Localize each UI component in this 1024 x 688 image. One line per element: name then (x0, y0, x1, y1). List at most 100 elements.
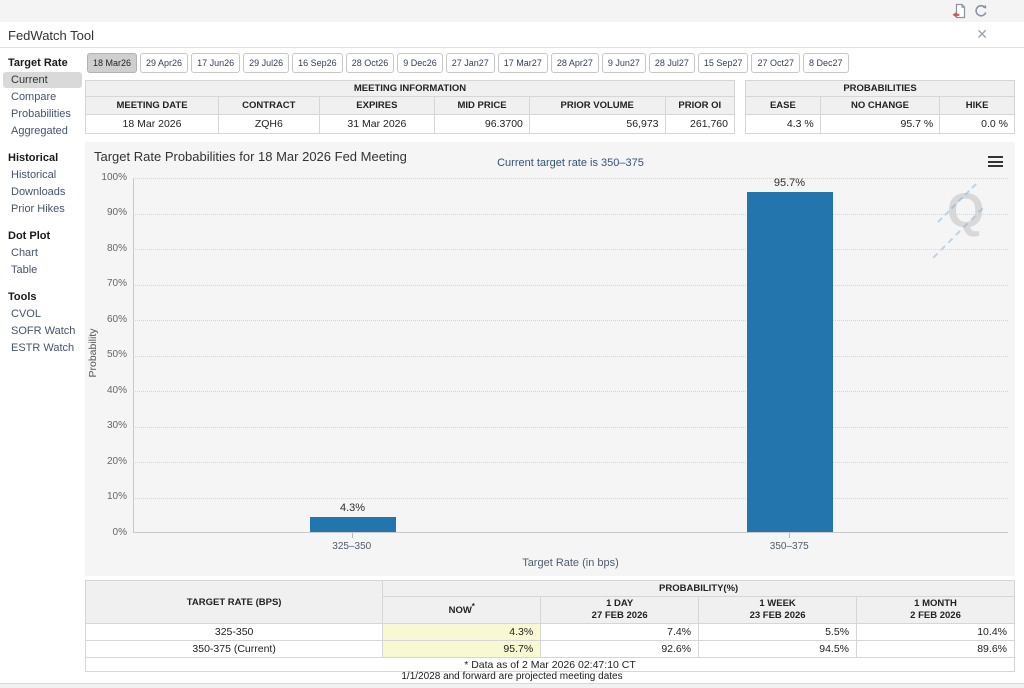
sidebar-item-downloads[interactable]: Downloads (3, 184, 82, 200)
bar-value-label: 4.3% (340, 502, 365, 514)
day-value: 92.6% (541, 641, 699, 658)
data-as-of-footnote: * Data as of 2 Mar 2026 02:47:10 CT (86, 658, 1015, 672)
meeting-tab-29-jul26[interactable]: 29 Jul26 (243, 53, 289, 73)
y-axis-title: Probability (87, 283, 99, 423)
col-1-month: 1 MONTH2 FEB 2026 (857, 597, 1015, 624)
hike-value: 0.0 % (940, 115, 1015, 134)
sidebar: Target Rate Current Compare Probabilitie… (0, 57, 85, 357)
fedwatch-page: FedWatch Tool ✕ Target Rate Current Comp… (0, 0, 1024, 688)
bottom-strip (0, 683, 1024, 688)
x-axis-title: Target Rate (in bps) (133, 557, 1008, 569)
chart-subtitle: Current target rate is 350–375 (133, 157, 1008, 169)
meeting-tab-9-dec26[interactable]: 9 Dec26 (397, 53, 443, 73)
col-no-change: NO CHANGE (820, 97, 939, 115)
col-target-rate-bps: TARGET RATE (BPS) (86, 581, 383, 624)
projected-dates-note: 1/1/2028 and forward are projected meeti… (0, 671, 1024, 682)
meeting-tab-28-oct26[interactable]: 28 Oct26 (346, 53, 395, 73)
meeting-tab-27-jan27[interactable]: 27 Jan27 (446, 53, 495, 73)
close-icon[interactable]: ✕ (976, 26, 988, 43)
meeting-info-row: 18 Mar 2026 ZQH6 31 Mar 2026 96.3700 56,… (86, 115, 735, 134)
col-prior-oi: PRIOR OI (665, 97, 734, 115)
col-now: NOW* (383, 597, 541, 624)
meeting-tab-9-jun27[interactable]: 9 Jun27 (602, 53, 646, 73)
month-value: 10.4% (857, 624, 1015, 641)
x-category-label: 350–375 (729, 541, 849, 552)
meeting-tab-29-apr26[interactable]: 29 Apr26 (140, 53, 188, 73)
week-value: 94.5% (699, 641, 857, 658)
sidebar-item-aggregated[interactable]: Aggregated (3, 123, 82, 139)
prior-oi-value: 261,760 (665, 115, 734, 134)
probabilities-title: PROBABILITIES (746, 81, 1015, 97)
probability-bar-350-375 (747, 192, 833, 532)
x-axis-tick (352, 533, 353, 538)
now-value: 95.7% (383, 641, 541, 658)
week-value: 5.5% (699, 624, 857, 641)
export-icon[interactable] (951, 3, 967, 19)
table-row-325-350: 325-350 4.3% 7.4% 5.5% 10.4% (86, 624, 1015, 641)
col-1-day: 1 DAY27 FEB 2026 (541, 597, 699, 624)
prior-volume-value: 56,973 (529, 115, 665, 134)
ease-value: 4.3 % (746, 115, 821, 134)
meeting-tab-17-mar27[interactable]: 17 Mar27 (498, 53, 548, 73)
sidebar-section-target-rate: Target Rate (0, 57, 85, 71)
contract-value: ZQH6 (219, 115, 320, 134)
meeting-information-table: MEETING INFORMATION MEETING DATE CONTRAC… (85, 80, 735, 134)
probability-bar-325-350 (310, 517, 396, 532)
top-utility-bar (0, 0, 1024, 22)
mid-price-value: 96.3700 (435, 115, 530, 134)
col-1-week: 1 WEEK23 FEB 2026 (699, 597, 857, 624)
meeting-info-title: MEETING INFORMATION (86, 81, 735, 97)
sidebar-item-prior-hikes[interactable]: Prior Hikes (3, 201, 82, 217)
meeting-date-tabs: 18 Mar26 29 Apr26 17 Jun26 29 Jul26 16 S… (87, 53, 1017, 73)
month-value: 89.6% (857, 641, 1015, 658)
meeting-tab-8-dec27[interactable]: 8 Dec27 (803, 53, 849, 73)
bar-group-350-375: 95.7% (720, 177, 860, 532)
probability-history-table: TARGET RATE (BPS) PROBABILITY(%) NOW* 1 … (85, 580, 1015, 672)
meeting-date-value: 18 Mar 2026 (86, 115, 219, 134)
page-title: FedWatch Tool (8, 28, 94, 43)
col-contract: CONTRACT (219, 97, 320, 115)
meeting-tab-15-sep27[interactable]: 15 Sep27 (698, 53, 749, 73)
meeting-tab-28-jul27[interactable]: 28 Jul27 (649, 53, 695, 73)
title-bar: FedWatch Tool ✕ (0, 22, 1024, 48)
col-expires: EXPIRES (319, 97, 435, 115)
x-axis-tick (789, 533, 790, 538)
sidebar-item-probabilities[interactable]: Probabilities (3, 106, 82, 122)
refresh-icon[interactable] (973, 3, 989, 19)
sidebar-item-sofr-watch[interactable]: SOFR Watch (3, 323, 82, 339)
col-ease: EASE (746, 97, 821, 115)
sidebar-item-historical[interactable]: Historical (3, 167, 82, 183)
sidebar-item-compare[interactable]: Compare (3, 89, 82, 105)
sidebar-item-table[interactable]: Table (3, 262, 82, 278)
sidebar-item-cvol[interactable]: CVOL (3, 306, 82, 322)
meeting-tab-28-apr27[interactable]: 28 Apr27 (551, 53, 599, 73)
sidebar-item-chart[interactable]: Chart (3, 245, 82, 261)
now-asterisk: * (472, 602, 475, 611)
probabilities-summary-table: PROBABILITIES EASE NO CHANGE HIKE 4.3 % … (745, 80, 1015, 134)
sidebar-item-estr-watch[interactable]: ESTR Watch (3, 340, 82, 356)
rate-label: 325-350 (86, 624, 383, 641)
sidebar-section-historical: Historical (0, 152, 85, 166)
no-change-value: 95.7 % (820, 115, 939, 134)
meeting-tab-27-oct27[interactable]: 27 Oct27 (751, 53, 800, 73)
col-hike: HIKE (940, 97, 1015, 115)
col-prior-volume: PRIOR VOLUME (529, 97, 665, 115)
sidebar-section-tools: Tools (0, 291, 85, 305)
now-value: 4.3% (383, 624, 541, 641)
expires-value: 31 Mar 2026 (319, 115, 435, 134)
x-category-label: 325–350 (292, 541, 412, 552)
sidebar-item-current[interactable]: Current (3, 72, 82, 88)
bar-value-label: 95.7% (774, 177, 805, 189)
probability-chart: Target Rate Probabilities for 18 Mar 202… (85, 142, 1015, 576)
sidebar-section-dot-plot: Dot Plot (0, 230, 85, 244)
col-mid-price: MID PRICE (435, 97, 530, 115)
probability-group-header: PROBABILITY(%) (383, 581, 1015, 597)
table-row-350-375-current: 350-375 (Current) 95.7% 92.6% 94.5% 89.6… (86, 641, 1015, 658)
meeting-tab-18-mar26[interactable]: 18 Mar26 (87, 53, 137, 73)
bar-group-325-350: 4.3% (283, 502, 423, 532)
meeting-tab-16-sep26[interactable]: 16 Sep26 (292, 53, 343, 73)
col-meeting-date: MEETING DATE (86, 97, 219, 115)
meeting-tab-17-jun26[interactable]: 17 Jun26 (191, 53, 240, 73)
day-value: 7.4% (541, 624, 699, 641)
chart-plot-area: 4.3% 95.7% (133, 178, 1008, 533)
